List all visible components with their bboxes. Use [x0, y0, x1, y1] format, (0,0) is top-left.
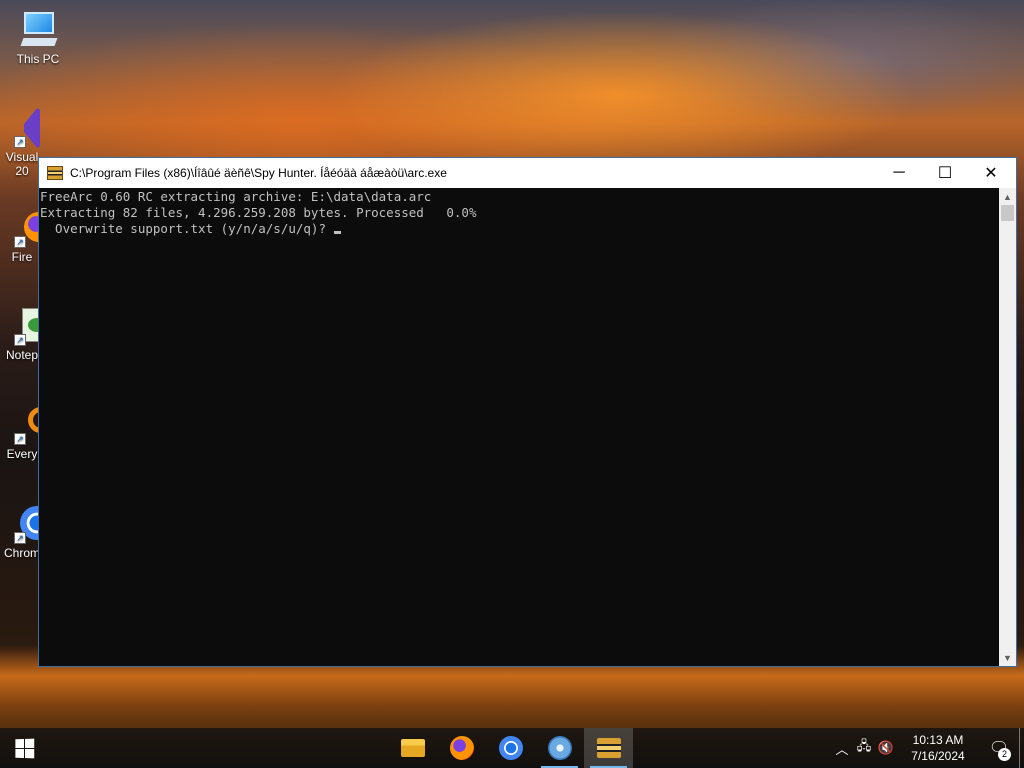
network-icon[interactable]: 🖧 — [853, 737, 875, 759]
desktop-icon-label: This PC — [16, 52, 60, 66]
clock-time: 10:13 AM — [912, 733, 964, 747]
visual-studio-icon: ↗ — [14, 108, 40, 148]
minimize-button[interactable]: ─ — [876, 158, 922, 188]
shortcut-arrow-icon: ↗ — [14, 334, 26, 346]
chrome-icon: ↗ — [14, 504, 40, 544]
shortcut-arrow-icon: ↗ — [14, 136, 26, 148]
window-title: C:\Program Files (x86)\Íîâûé äèñê\Spy Hu… — [70, 166, 447, 180]
close-button[interactable]: ✕ — [968, 158, 1014, 188]
taskbar-app-freearc[interactable] — [584, 728, 633, 768]
desktop-icon-visual-studio[interactable]: ↗ Visual 20 — [4, 108, 40, 178]
volume-muted-icon[interactable]: 🔇 — [875, 740, 897, 756]
folder-icon — [400, 739, 425, 757]
taskbar-app-chrome[interactable] — [486, 728, 535, 768]
desktop-icon-label: Every — [6, 447, 38, 461]
desktop-icon-everything[interactable]: ↗ Every — [4, 405, 40, 461]
archive-icon — [596, 738, 621, 758]
desktop-icon-label: Fire — [11, 250, 33, 264]
taskbar-apps — [388, 728, 633, 768]
scroll-up-button[interactable]: ▲ — [999, 188, 1016, 205]
console-prompt: Overwrite support.txt (y/n/a/s/u/q)? — [40, 221, 334, 236]
show-desktop-button[interactable] — [1019, 728, 1024, 768]
start-button[interactable] — [0, 728, 48, 768]
taskbar-app-firefox[interactable] — [437, 728, 486, 768]
firefox-icon: ↗ — [14, 208, 40, 248]
window-titlebar[interactable]: C:\Program Files (x86)\Íîâûé äèñê\Spy Hu… — [39, 158, 1016, 188]
console-line: FreeArc 0.60 RC extracting archive: E:\d… — [40, 189, 432, 204]
taskbar-app-file-explorer[interactable] — [388, 728, 437, 768]
vertical-scrollbar[interactable]: ▲ ▼ — [999, 188, 1016, 666]
archive-icon — [47, 166, 63, 180]
desktop-icon-label: Notep — [5, 348, 39, 362]
notepad-icon: ↗ — [14, 306, 40, 346]
scroll-down-button[interactable]: ▼ — [999, 649, 1016, 666]
desktop-icon-label: Visual 20 — [5, 150, 39, 178]
desktop-icon-label: Chrom — [4, 546, 40, 560]
chevron-up-icon: ▲ — [1003, 191, 1012, 202]
chevron-up-icon[interactable]: ︿ — [831, 739, 853, 758]
clock-date: 7/16/2024 — [911, 749, 965, 763]
taskbar: ︿ 🖧 🔇 10:13 AM 7/16/2024 🗨 2 — [0, 728, 1024, 768]
desktop-icon-firefox[interactable]: ↗ Fire — [4, 208, 40, 264]
console-prompt-line: Overwrite support.txt (y/n/a/s/u/q)? — [40, 221, 999, 237]
firefox-icon — [449, 736, 474, 760]
scroll-thumb[interactable] — [1001, 205, 1014, 221]
console-output[interactable]: FreeArc 0.60 RC extracting archive: E:\d… — [39, 188, 999, 666]
disc-icon — [547, 736, 572, 760]
shortcut-arrow-icon: ↗ — [14, 236, 26, 248]
console-line: Extracting 82 files, 4.296.259.208 bytes… — [40, 205, 477, 220]
shortcut-arrow-icon: ↗ — [14, 532, 26, 544]
computer-icon — [18, 10, 58, 50]
chevron-down-icon: ▼ — [1003, 652, 1012, 663]
notification-count-badge: 2 — [998, 748, 1011, 761]
windows-logo-icon — [14, 738, 34, 758]
taskbar-app-disc-tool[interactable] — [535, 728, 584, 768]
text-cursor — [333, 231, 341, 234]
desktop-icon-notepad[interactable]: ↗ Notep — [4, 306, 40, 362]
console-window[interactable]: C:\Program Files (x86)\Íîâûé äèñê\Spy Hu… — [38, 157, 1017, 667]
shortcut-arrow-icon: ↗ — [14, 433, 26, 445]
desktop-icon-chrome[interactable]: ↗ Chrom — [4, 504, 40, 560]
chrome-icon — [498, 736, 523, 760]
maximize-button[interactable]: ☐ — [922, 158, 968, 188]
desktop-icon-this-pc[interactable]: This PC — [4, 10, 72, 66]
everything-icon: ↗ — [14, 405, 40, 445]
action-center-button[interactable]: 🗨 2 — [979, 728, 1019, 768]
clock[interactable]: 10:13 AM 7/16/2024 — [903, 732, 973, 764]
system-tray: ︿ 🖧 🔇 10:13 AM 7/16/2024 🗨 2 — [831, 728, 1024, 768]
